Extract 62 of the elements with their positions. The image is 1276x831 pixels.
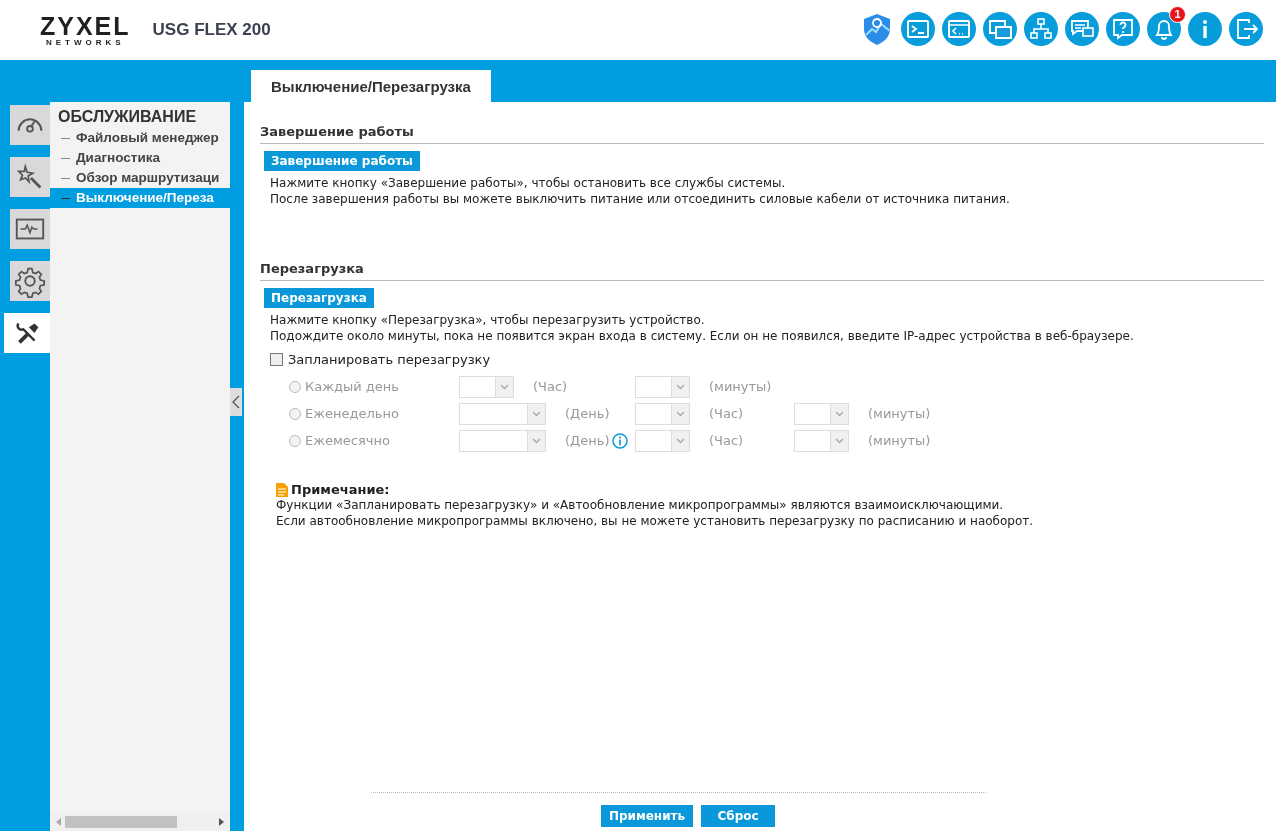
logout-icon[interactable] <box>1228 10 1264 47</box>
page-tab[interactable]: Выключение/Перезагрузка <box>251 70 491 102</box>
unit-label: (День) <box>565 433 610 448</box>
unit-label: (Час) <box>709 406 744 421</box>
unit-label: (минуты) <box>709 379 772 394</box>
bell-icon[interactable] <box>1146 10 1182 47</box>
collapse-button[interactable] <box>230 387 242 416</box>
unit-label: (минуты) <box>868 433 931 448</box>
caret-icon <box>835 410 844 417</box>
menu-item[interactable]: Выключение/Переза <box>50 188 230 208</box>
checkbox-label: Запланировать перезагрузку <box>288 352 491 367</box>
form-button[interactable]: Применить <box>600 805 694 827</box>
description-text: Нажмите кнопку «Перезагрузка», чтобы перезагрузить устройство. <box>269 312 706 328</box>
caret-icon <box>532 437 541 444</box>
unit-label: (минуты) <box>868 406 931 421</box>
caret-icon <box>676 410 685 417</box>
caret-icon <box>835 437 844 444</box>
chat-icon[interactable] <box>1064 10 1100 47</box>
help-icon[interactable] <box>1105 10 1141 47</box>
description-text: После завершения работы вы можете выключить питание или отсоединить силовые кабели от источника питания. <box>269 191 1011 207</box>
section-title: Перезагрузка <box>260 261 1264 281</box>
unit-label: (Час) <box>533 379 568 394</box>
form-button[interactable]: Сброс <box>701 805 776 827</box>
notification-badge: 1 <box>1169 5 1186 23</box>
windows-icon[interactable] <box>982 10 1018 47</box>
description-text: Подождите около минуты, пока не появится экран входа в систему. Если он не появился, введите IP-адрес устройства в веб-браузере. <box>269 328 1135 344</box>
config-icon[interactable] <box>10 261 50 301</box>
device-model: USG FLEX 200 <box>152 20 271 40</box>
info-icon[interactable] <box>1187 10 1223 47</box>
cli-icon[interactable] <box>941 10 977 47</box>
section-title: Завершение работы <box>260 124 1264 144</box>
menu-item[interactable]: Файловый менеджер <box>50 128 230 148</box>
console-icon[interactable] <box>900 10 936 47</box>
description-text: Нажмите кнопку «Завершение работы», чтобы остановить все службы системы. <box>269 175 787 191</box>
action-button[interactable]: Перезагрузка <box>264 288 374 308</box>
note-icon <box>276 482 288 497</box>
schedule-checkbox[interactable] <box>270 353 283 366</box>
left-arrow-icon[interactable] <box>56 818 61 826</box>
dashboard-icon[interactable] <box>10 105 50 145</box>
caret-icon <box>532 410 541 417</box>
maintenance-icon[interactable] <box>4 313 50 353</box>
menu-item[interactable]: Диагностика <box>50 148 230 168</box>
right-arrow-icon[interactable] <box>219 818 224 826</box>
radio-label: Каждый день <box>305 379 399 394</box>
zyxel-logo: ZYXEL NETWORKS <box>40 13 131 47</box>
unit-label: (Час) <box>709 433 744 448</box>
unit-label: (День) <box>565 406 610 421</box>
menu-item[interactable]: Обзор маршрутизаци <box>50 168 230 188</box>
caret-icon <box>676 437 685 444</box>
note-text: Если автообновление микропрограммы включено, вы не можете установить перезагрузку по расписанию и наоборот. <box>276 513 1035 529</box>
tree-icon[interactable] <box>1023 10 1059 47</box>
note-text: Функции «Запланировать перезагрузку» и «Автообновление микропрограммы» являются взаимоисключающими. <box>276 497 1005 513</box>
action-button[interactable]: Завершение работы <box>264 151 420 171</box>
caret-icon <box>500 383 509 390</box>
monitor-icon[interactable] <box>10 209 50 249</box>
wizard-icon[interactable] <box>10 157 50 197</box>
radio-label: Ежемесячно <box>305 433 390 448</box>
caret-icon <box>676 383 685 390</box>
radio-label: Еженедельно <box>305 406 399 421</box>
chevron-icon <box>232 394 240 409</box>
note-title: Примечание: <box>291 482 390 497</box>
menu-title: ОБСЛУЖИВАНИЕ <box>57 107 198 127</box>
